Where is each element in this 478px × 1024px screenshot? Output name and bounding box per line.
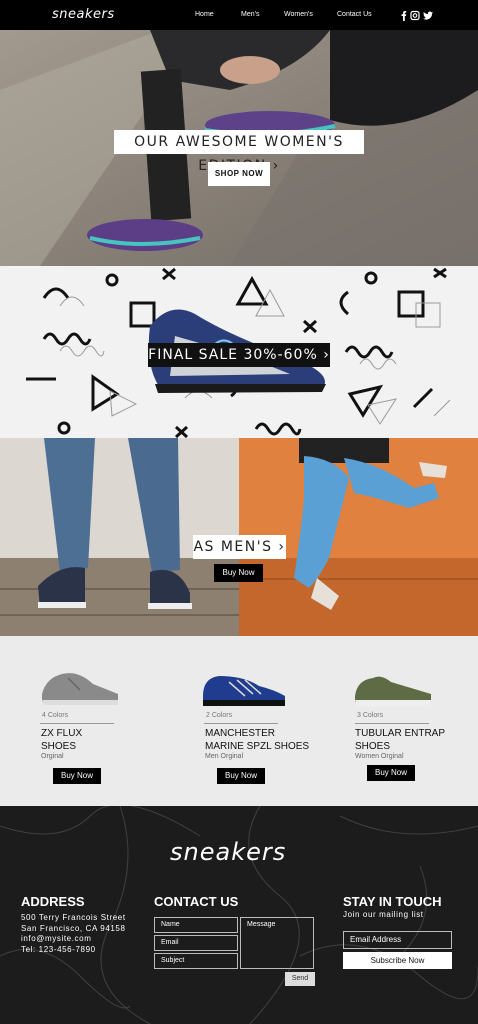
stay-heading: STAY IN TOUCH <box>343 894 442 909</box>
product-colors: 3 Colors <box>357 712 384 719</box>
product-colors: 4 Colors <box>42 712 69 719</box>
address-heading: ADDRESS <box>21 894 85 909</box>
shop-now-button[interactable]: SHOP NOW <box>208 162 270 186</box>
product-name-line2[interactable]: MARINE SPZL SHOES <box>205 740 309 753</box>
product-buy-now-button[interactable]: Buy Now <box>53 768 101 784</box>
address-city: San Francisco, CA 94158 <box>21 923 126 933</box>
contact-name-field[interactable]: Name <box>154 917 238 933</box>
social-icons <box>401 10 433 21</box>
product-subtitle: Women Orginal <box>355 753 404 760</box>
product-name-line2[interactable]: SHOES <box>355 740 390 753</box>
subscribe-button[interactable]: Subscribe Now <box>343 952 452 969</box>
address-street: 500 Terry Francois Street <box>21 913 126 922</box>
twitter-icon[interactable] <box>423 11 433 20</box>
product-subtitle: Men Orginal <box>205 753 244 760</box>
sale-title-link[interactable]: FINAL SALE 30%-60% › <box>148 343 330 367</box>
nav-mens[interactable]: Men's <box>241 11 259 18</box>
contact-heading: CONTACT US <box>154 894 239 909</box>
instagram-icon[interactable] <box>410 10 420 21</box>
facebook-icon[interactable] <box>401 11 407 21</box>
contact-email-field[interactable]: Email <box>154 935 238 951</box>
footer-logo: sneakers <box>170 838 287 866</box>
address-email-link[interactable]: info@mysite.com <box>21 934 91 945</box>
men-title-link[interactable]: AS MEN'S › <box>193 535 286 559</box>
men-buy-now-button[interactable]: Buy Now <box>214 564 263 582</box>
nav-home[interactable]: Home <box>195 11 214 18</box>
product-buy-now-button[interactable]: Buy Now <box>217 768 265 784</box>
product-image-tubular[interactable] <box>351 670 435 710</box>
nav-womens[interactable]: Women's <box>284 11 313 18</box>
contact-subject-field[interactable]: Subject <box>154 953 238 969</box>
site-logo[interactable]: sneakers <box>52 7 115 22</box>
product-name[interactable]: MANCHESTER <box>205 727 275 740</box>
product-buy-now-button[interactable]: Buy Now <box>367 765 415 781</box>
product-divider <box>40 723 114 724</box>
product-divider <box>355 723 429 724</box>
product-divider <box>204 723 278 724</box>
address-phone: Tel: 123-456-7890 <box>21 944 96 954</box>
product-subtitle: Orginal <box>41 753 64 760</box>
nav-contact[interactable]: Contact Us <box>337 11 372 18</box>
product-image-zx-flux[interactable] <box>38 668 122 708</box>
product-colors: 2 Colors <box>206 712 233 719</box>
product-name[interactable]: TUBULAR ENTRAP <box>355 727 445 740</box>
product-image-manchester[interactable] <box>199 670 289 708</box>
send-button[interactable]: Send <box>285 972 315 986</box>
hero-title-link[interactable]: OUR AWESOME WOMEN'S EDITION › <box>114 130 364 174</box>
product-name[interactable]: ZX FLUX <box>41 727 82 740</box>
mailing-list-text: Join our mailing list <box>343 910 424 919</box>
newsletter-email-field[interactable]: Email Address <box>343 931 452 949</box>
contact-message-field[interactable]: Message <box>240 917 314 969</box>
product-name-line2[interactable]: SHOES <box>41 740 76 753</box>
